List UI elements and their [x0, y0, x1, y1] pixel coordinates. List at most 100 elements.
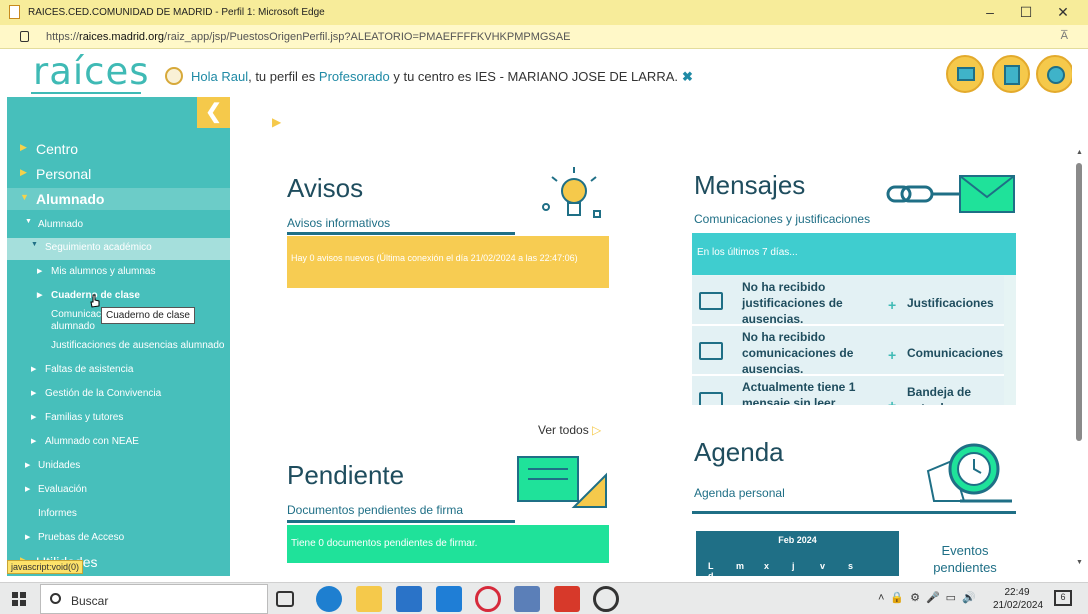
chat-icon [699, 292, 723, 310]
agenda-underline [692, 511, 1016, 514]
raices-logo[interactable]: raíces [33, 50, 150, 93]
window-title-bar: RAICES.CED.COMUNIDAD DE MADRID - Perfil … [0, 0, 1088, 25]
taskbar-search[interactable]: Buscar [40, 584, 268, 614]
plus-icon[interactable]: + [888, 347, 896, 363]
opera-icon[interactable] [475, 586, 501, 612]
sidebar-item-convivencia[interactable]: ▶ Gestión de la Convivencia [7, 386, 230, 406]
chat-icon [699, 342, 723, 360]
store-icon[interactable] [396, 586, 422, 612]
pendiente-subtitle: Documentos pendientes de firma [287, 503, 464, 517]
sidebar-item-pruebas[interactable]: ▶ Pruebas de Acceso [7, 530, 230, 550]
sidebar-item-cuaderno[interactable]: ▶ Cuaderno de clase [7, 288, 230, 308]
sidebar-item-informes[interactable]: Informes [7, 506, 230, 526]
mail-icon[interactable] [946, 55, 984, 93]
sidebar-item-neae[interactable]: ▶ Alumnado con NEAE [7, 434, 230, 454]
task-view-icon[interactable] [276, 591, 294, 607]
documents-icon[interactable] [992, 55, 1030, 93]
site-header: raíces Hola Raul, tu perfil es Profesora… [7, 49, 1080, 97]
document-sign-icon [517, 456, 607, 508]
avisos-subtitle: Avisos informativos [287, 216, 391, 230]
url-text[interactable]: https://raices.madrid.org/raiz_app/jsp/P… [46, 31, 570, 43]
mensaje-row-comunicaciones: No ha recibido comunicaciones de ausenci… [692, 326, 1004, 376]
arrow-right-icon: ▶ [25, 462, 31, 469]
user-icon [165, 67, 183, 85]
triangle-right-icon: ▷ [592, 423, 602, 437]
avisos-underline [287, 232, 515, 235]
arrow-right-icon: ▶ [31, 414, 37, 421]
close-session-icon[interactable]: ✖ [682, 69, 693, 84]
windows-taskbar: Buscar ˄🔒⚙🎤▭🔊 22:49 21/02/2024 6 [0, 582, 1088, 614]
maximize-button[interactable]: ☐ [1016, 4, 1036, 21]
address-bar[interactable]: https://raices.madrid.org/raiz_app/jsp/P… [0, 25, 1088, 49]
pendiente-message: Tiene 0 documentos pendientes de firmar. [287, 525, 609, 563]
sidebar-item-evaluacion[interactable]: ▶ Evaluación [7, 482, 230, 502]
chat-icon [699, 392, 723, 405]
pendiente-title: Pendiente [287, 460, 405, 490]
status-url-tip: javascript:void(0) [7, 560, 84, 574]
close-window-button[interactable]: ✕ [1053, 4, 1073, 21]
expand-arrow-icon[interactable]: ▶ [272, 115, 281, 129]
greeting-name[interactable]: Hola Raul [191, 69, 248, 84]
arrow-right-icon: ▶ [31, 438, 37, 445]
chrome-icon[interactable] [593, 586, 619, 612]
sidebar-menu: ❮ ▶ Centro ▶ Personal ▼ Alumnado ▼ Alumnado … [7, 97, 230, 576]
app-icon[interactable] [514, 586, 540, 612]
agenda-calendar[interactable]: Feb 2024 Lm x j v sd [696, 531, 899, 581]
window-title: RAICES.CED.COMUNIDAD DE MADRID - Perfil … [28, 7, 325, 18]
sidebar-item-alumnado[interactable]: ▼ Alumnado [7, 188, 230, 210]
arrow-right-icon: ▶ [37, 292, 43, 299]
arrow-right-icon: ▶ [25, 486, 31, 493]
sidebar-item-unidades[interactable]: ▶ Unidades [7, 458, 230, 478]
justificaciones-link[interactable]: Justificaciones [907, 295, 994, 311]
comunicaciones-link[interactable]: Comunicaciones [907, 345, 1003, 361]
lightbulb-icon [542, 167, 601, 218]
main-content: ▶ Avisos Avisos informativos Hay 0 aviso… [230, 97, 1072, 581]
plus-icon[interactable]: + [888, 297, 896, 313]
mensajes-panel: En los últimos 7 días... No ha recibido … [692, 233, 1016, 405]
page-scrollbar[interactable]: ▲ ▼ [1072, 49, 1088, 576]
read-aloud-icon[interactable]: A̅ [1061, 30, 1068, 42]
system-tray-icons[interactable]: ˄🔒⚙🎤▭🔊 [878, 591, 982, 604]
scroll-up-icon[interactable]: ▲ [1076, 149, 1083, 156]
sidebar-item-faltas[interactable]: ▶ Faltas de asistencia [7, 362, 230, 382]
edge-icon[interactable] [316, 586, 342, 612]
sidebar-item-justificaciones[interactable]: Justificaciones de ausencias alumnado [7, 338, 230, 358]
agenda-subtitle: Agenda personal [694, 486, 785, 500]
bandeja-link[interactable]: Bandeja de entrada [907, 384, 987, 405]
calendar-month: Feb 2024 [778, 535, 817, 545]
arrow-right-icon: ▶ [20, 142, 27, 152]
user-greeting: Hola Raul, tu perfil es Profesorado y tu… [165, 67, 693, 85]
pendiente-underline [287, 520, 515, 523]
notifications-icon[interactable]: 6 [1054, 590, 1072, 606]
lock-icon [20, 31, 29, 42]
profile-link[interactable]: Profesorado [319, 69, 390, 84]
arrow-right-icon: ▶ [37, 268, 43, 275]
sidebar-item-centro[interactable]: ▶ Centro [7, 138, 230, 160]
sidebar-item-personal[interactable]: ▶ Personal [7, 163, 230, 185]
scroll-down-icon[interactable]: ▼ [1076, 559, 1083, 566]
sidebar-item-mis-alumnos[interactable]: ▶ Mis alumnos y alumnas [7, 264, 230, 284]
arrow-down-icon: ▼ [20, 192, 29, 202]
windows-start-icon[interactable] [12, 592, 26, 606]
sidebar-item-familias[interactable]: ▶ Familias y tutores [7, 410, 230, 430]
arrow-down-icon: ▼ [25, 218, 32, 225]
collapse-sidebar-button[interactable]: ❮ [197, 97, 230, 128]
arrow-right-icon: ▶ [31, 390, 37, 397]
mail-app-icon[interactable] [436, 586, 462, 612]
mensajes-subtitle: Comunicaciones y justificaciones [694, 212, 871, 226]
settings-gear-icon[interactable] [1036, 55, 1074, 93]
center-name: IES - MARIANO JOSE DE LARRA. [475, 69, 678, 84]
arrow-down-icon: ▼ [31, 241, 38, 248]
avisos-message: Hay 0 avisos nuevos (Última conexión el … [287, 236, 609, 288]
file-explorer-icon[interactable] [356, 586, 382, 612]
mensaje-row-justificaciones: No ha recibido justificaciones de ausenc… [692, 276, 1004, 326]
sidebar-item-seguimiento[interactable]: ▼ Seguimiento académico [7, 238, 230, 260]
taskbar-clock[interactable]: 22:49 21/02/2024 [993, 586, 1043, 612]
plus-icon[interactable]: + [888, 397, 896, 405]
ver-todos-link[interactable]: Ver todos ▷ [538, 423, 601, 437]
page-icon [9, 5, 20, 19]
minimize-button[interactable]: – [980, 4, 1000, 20]
search-icon [50, 593, 61, 604]
sidebar-item-alumnado-sub[interactable]: ▼ Alumnado [7, 215, 230, 237]
pdf-app-icon[interactable] [554, 586, 580, 612]
